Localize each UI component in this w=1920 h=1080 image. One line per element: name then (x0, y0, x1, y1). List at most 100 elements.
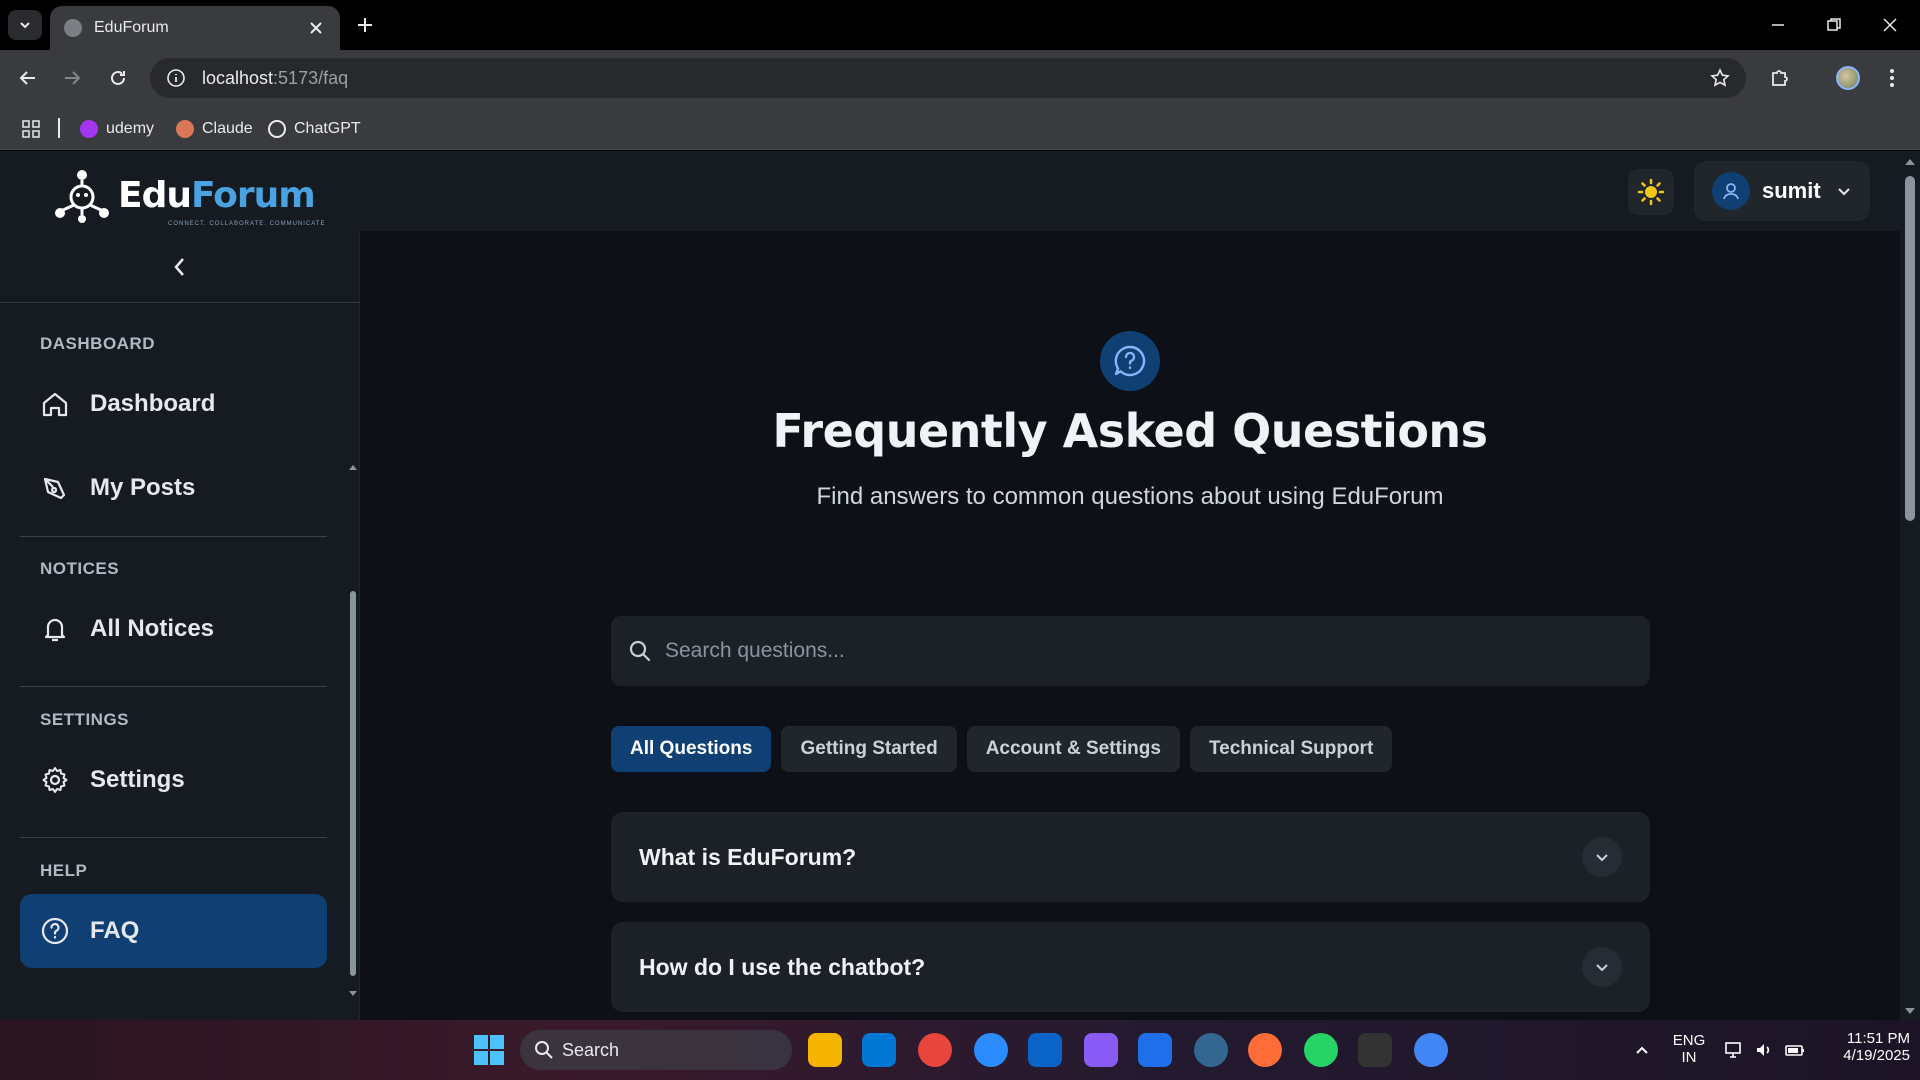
page-title: Frequently Asked Questions (772, 404, 1488, 458)
profile-avatar-button[interactable] (1834, 64, 1862, 92)
sidebar-item-dashboard[interactable]: Dashboard (20, 367, 327, 441)
sidebar-item-label: All Notices (90, 615, 215, 642)
faq-search-box[interactable] (611, 616, 1650, 686)
chevron-down-icon (20, 22, 30, 29)
m365-icon[interactable] (1084, 1033, 1118, 1067)
minimize-button[interactable] (1758, 10, 1798, 40)
filter-technical-support[interactable]: Technical Support (1189, 726, 1393, 772)
gear-icon (42, 767, 68, 793)
search-icon (629, 640, 651, 662)
close-window-button[interactable] (1870, 10, 1910, 40)
user-icon (1723, 183, 1739, 200)
network-icon[interactable] (1724, 1040, 1744, 1060)
start-button[interactable] (474, 1035, 504, 1065)
section-label-notices: NOTICES (40, 559, 120, 578)
search-icon (535, 1041, 553, 1059)
apps-grid-icon (22, 120, 40, 138)
filter-getting-started[interactable]: Getting Started (781, 726, 957, 772)
sidebar-scrollbar[interactable] (348, 463, 358, 998)
browser-tab[interactable]: EduForum (50, 6, 340, 50)
filter-account-settings[interactable]: Account & Settings (966, 726, 1180, 772)
faq-question: What is EduForum? (639, 843, 857, 870)
faq-item[interactable]: What is EduForum? (611, 812, 1650, 902)
user-menu-button[interactable]: sumit (1694, 161, 1870, 221)
apps-button[interactable] (22, 118, 40, 140)
bookmark-claude[interactable]: Claude (176, 118, 253, 140)
bookmark-label: Claude (202, 120, 253, 137)
whatsapp-icon[interactable] (1304, 1033, 1338, 1067)
browser-menu-button[interactable] (1878, 64, 1906, 92)
theme-toggle-button[interactable] (1628, 169, 1674, 215)
app-header: EduForum CONNECT. COLLABORATE. COMMUNICA… (0, 151, 1900, 231)
chevron-left-icon (174, 257, 184, 276)
bookmark-label: udemy (106, 120, 155, 137)
logo-text: EduForum (118, 174, 316, 216)
star-icon[interactable] (1710, 68, 1730, 88)
chrome-icon[interactable] (918, 1033, 952, 1067)
windows-taskbar: Search ENG IN 11:51 PM 4/19/2025 (0, 1020, 1920, 1080)
faq-search-input[interactable] (665, 639, 1632, 663)
new-tab-button[interactable] (352, 12, 378, 38)
restore-button[interactable] (1814, 10, 1854, 40)
tab-close-button[interactable] (306, 18, 326, 38)
volume-icon[interactable] (1754, 1040, 1774, 1060)
arrow-right-icon (65, 71, 81, 85)
scroll-down-icon (349, 991, 357, 996)
faq-expand-button[interactable] (1582, 947, 1622, 987)
postman-icon[interactable] (1248, 1033, 1282, 1067)
bookmark-chatgpt[interactable]: ChatGPT (268, 118, 361, 140)
chevron-down-icon (1596, 854, 1608, 862)
clock-date: 4/19/2025 (1843, 1047, 1910, 1064)
forward-button[interactable] (58, 64, 86, 92)
reload-button[interactable] (104, 64, 132, 92)
language-indicator[interactable]: ENG IN (1672, 1032, 1706, 1066)
sidebar-item-settings[interactable]: Settings (20, 743, 327, 817)
file-explorer-icon[interactable] (808, 1033, 842, 1067)
faq-page: Frequently Asked Questions Find answers … (360, 231, 1900, 1020)
intellij-icon[interactable] (1138, 1033, 1172, 1067)
faq-category-filters: All Questions Getting Started Account & … (611, 726, 1393, 772)
outlook-icon[interactable] (1028, 1033, 1062, 1067)
taskbar-search[interactable]: Search (520, 1030, 792, 1070)
battery-icon[interactable] (1784, 1040, 1806, 1060)
browser-tab-strip: EduForum (0, 0, 1920, 50)
claude-icon (176, 120, 194, 138)
page-scroll-thumb[interactable] (1905, 176, 1915, 521)
sidebar-collapse-button[interactable] (0, 231, 360, 303)
sidebar-item-label: FAQ (90, 917, 140, 944)
kebab-menu-icon (1890, 69, 1894, 87)
app-icon[interactable] (1358, 1033, 1392, 1067)
page-subtitle: Find answers to common questions about u… (816, 483, 1444, 510)
sidebar-scroll-thumb[interactable] (350, 591, 356, 976)
clock[interactable]: 11:51 PM 4/19/2025 (1816, 1030, 1910, 1064)
postgres-icon[interactable] (1194, 1033, 1228, 1067)
extensions-button[interactable] (1766, 64, 1794, 92)
faq-item[interactable]: How do I use the chatbot? (611, 922, 1650, 1012)
section-label-dashboard: DASHBOARD (40, 334, 155, 353)
chevron-up-icon[interactable] (1634, 1042, 1650, 1058)
eduforum-logo[interactable]: EduForum CONNECT. COLLABORATE. COMMUNICA… (50, 165, 324, 227)
app-store-icon[interactable] (974, 1033, 1008, 1067)
back-button[interactable] (14, 64, 42, 92)
address-bar[interactable]: localhost:5173/faq (150, 58, 1746, 98)
sidebar-divider (20, 686, 327, 687)
udemy-icon (80, 120, 98, 138)
help-circle-icon (41, 917, 69, 945)
network-people-icon (55, 170, 109, 223)
sidebar-item-label: Dashboard (90, 390, 216, 417)
faq-expand-button[interactable] (1582, 837, 1622, 877)
filter-all-questions[interactable]: All Questions (611, 726, 772, 772)
url-host: localhost (202, 67, 274, 88)
bookmarks-bar: udemy Claude ChatGPT (0, 106, 1920, 150)
section-label-settings: SETTINGS (40, 710, 130, 729)
sidebar-item-all-notices[interactable]: All Notices (20, 592, 327, 666)
tab-search-button[interactable] (8, 10, 42, 40)
sidebar-item-faq[interactable]: FAQ (20, 894, 327, 968)
chrome-active-icon[interactable] (1414, 1033, 1448, 1067)
sidebar-item-my-posts[interactable]: My Posts (20, 451, 327, 525)
page-scrollbar[interactable] (1900, 151, 1920, 1020)
vscode-icon[interactable] (862, 1033, 896, 1067)
info-icon (167, 69, 185, 87)
bookmark-udemy[interactable]: udemy (80, 118, 154, 140)
sidebar: DASHBOARD Dashboard My Posts NOTICES All… (0, 231, 360, 1020)
